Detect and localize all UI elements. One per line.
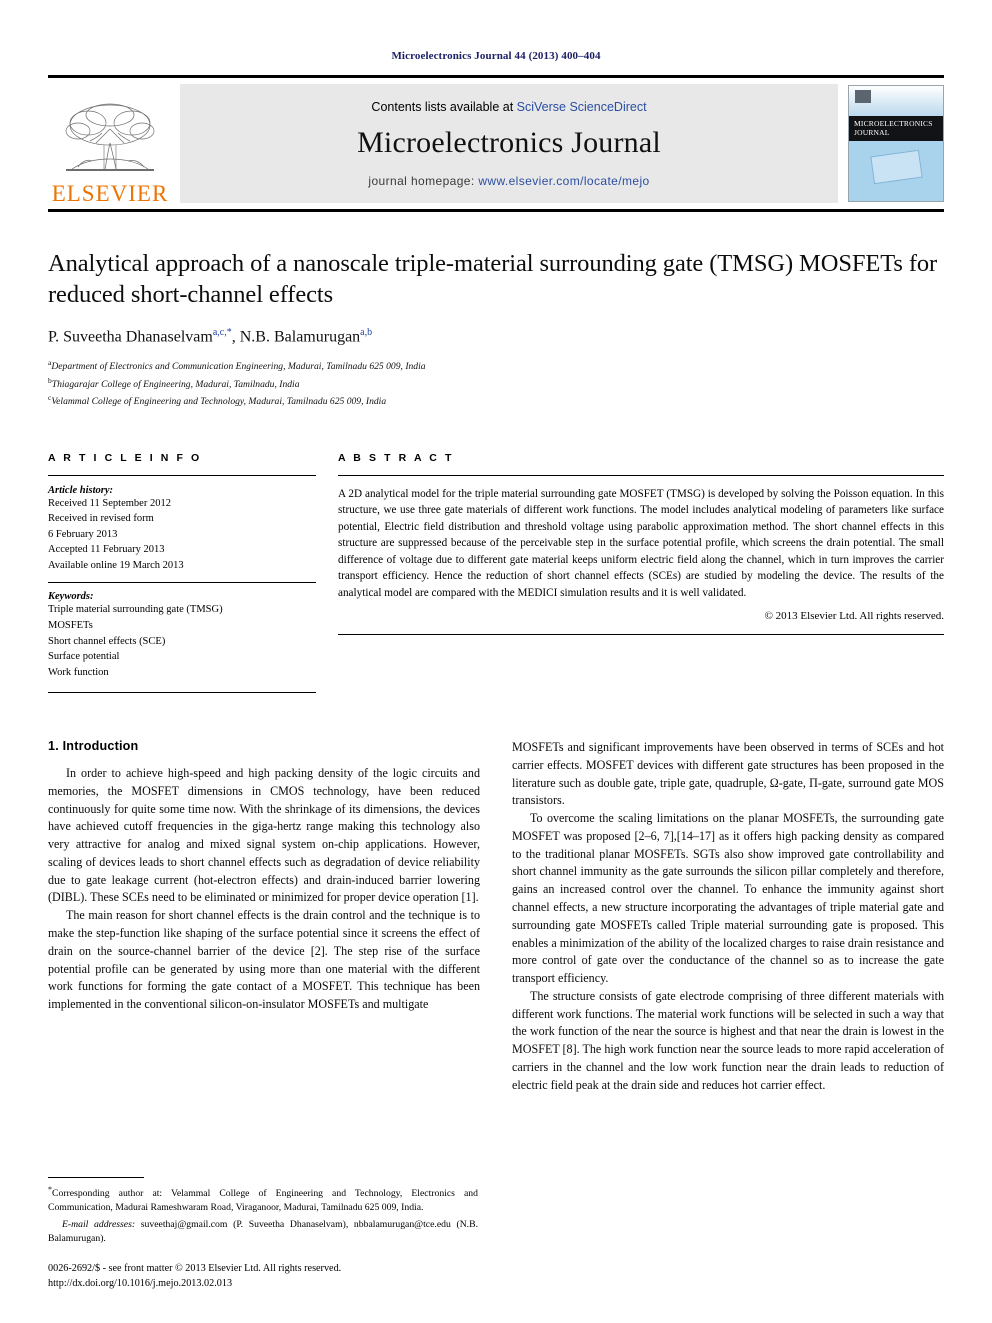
body-paragraph: To overcome the scaling limitations on t… [512, 811, 944, 986]
body-column-right: MOSFETs and significant improvements hav… [512, 739, 944, 1094]
keywords-label: Keywords: [48, 591, 94, 603]
history-line: Received in revised form [48, 513, 154, 525]
affiliation-text: Velammal College of Engineering and Tech… [51, 396, 387, 408]
contents-available-line: Contents lists available at SciVerse Sci… [371, 100, 646, 114]
affiliation-item: aDepartment of Electronics and Communica… [48, 357, 944, 375]
abstract-copyright: © 2013 Elsevier Ltd. All rights reserved… [764, 609, 944, 622]
journal-masthead: ELSEVIER Contents lists available at Sci… [48, 75, 944, 212]
body-paragraph: In order to achieve high-speed and high … [48, 766, 480, 905]
issn-copyright-line: 0026-2692/$ - see front matter © 2013 El… [48, 1263, 342, 1275]
article-info-heading: A R T I C L E I N F O [48, 451, 202, 464]
history-line: Accepted 11 February 2013 [48, 544, 165, 556]
article-info-column: A R T I C L E I N F O Article history: R… [48, 451, 316, 694]
footnote-rule [48, 1176, 144, 1178]
keyword-item: MOSFETs [48, 619, 93, 631]
article-info-bottom-rule [48, 692, 316, 694]
doi-link[interactable]: http://dx.doi.org/10.1016/j.mejo.2013.02… [48, 1277, 478, 1291]
running-head: Microelectronics Journal 44 (2013) 400–4… [391, 50, 601, 62]
affiliation-list: aDepartment of Electronics and Communica… [48, 357, 944, 410]
keyword-item: Work function [48, 666, 109, 678]
contents-prefix-text: Contents lists available at [371, 99, 517, 114]
body-paragraph: The structure consists of gate electrode… [512, 988, 944, 1092]
journal-homepage-link[interactable]: www.elsevier.com/locate/mejo [478, 174, 649, 188]
cover-title-band: MICROELECTRONICS JOURNAL [849, 115, 943, 142]
article-page: Microelectronics Journal 44 (2013) 400–4… [0, 0, 992, 1323]
article-history-block: Article history: Received 11 September 2… [48, 476, 316, 574]
journal-title: Microelectronics Journal [357, 125, 661, 159]
keyword-item: Surface potential [48, 651, 120, 663]
info-abstract-row: A R T I C L E I N F O Article history: R… [48, 451, 944, 694]
journal-info-band: Contents lists available at SciVerse Sci… [180, 84, 838, 203]
title-block: Analytical approach of a nanoscale tripl… [48, 212, 944, 410]
footer-meta: 0026-2692/$ - see front matter © 2013 El… [48, 1262, 478, 1291]
cover-title-line-2: JOURNAL [854, 128, 890, 138]
body-paragraph: The main reason for short channel effect… [48, 908, 480, 1012]
cover-chip-graphic [869, 149, 923, 185]
affiliation-item: cVelammal College of Engineering and Tec… [48, 392, 944, 410]
article-title: Analytical approach of a nanoscale tripl… [48, 250, 938, 309]
body-paragraph: MOSFETs and significant improvements hav… [512, 740, 944, 808]
email-label: E-mail addresses: [62, 1218, 136, 1230]
elsevier-tree-icon [58, 99, 162, 181]
affiliation-text: Thiagarajar College of Engineering, Madu… [51, 378, 300, 390]
keyword-item: Short channel effects (SCE) [48, 635, 166, 647]
article-history-label: Article history: [48, 484, 114, 496]
abstract-column: A B S T R A C T A 2D analytical model fo… [338, 452, 944, 693]
section-heading-introduction: 1. Introduction [48, 739, 139, 754]
cover-artwork [849, 141, 943, 201]
abstract-body: A 2D analytical model for the triple mat… [338, 476, 944, 622]
author-name: N.B. Balamurugan [239, 328, 361, 346]
keywords-block: Keywords: Triple material surrounding ga… [48, 591, 316, 680]
keyword-item: Triple material surrounding gate (TMSG) [48, 604, 223, 616]
journal-homepage-line: journal homepage: www.elsevier.com/locat… [368, 174, 649, 188]
corresponding-author-note: *Corresponding author at: Velammal Colle… [48, 1184, 478, 1215]
cover-top-panel [849, 86, 943, 116]
cover-elsevier-mark-icon [855, 90, 871, 103]
author-affiliation-marks: a,c,* [212, 326, 232, 338]
body-column-left: 1. Introduction In order to achieve high… [48, 739, 480, 1094]
abstract-text: A 2D analytical model for the triple mat… [338, 487, 944, 599]
article-body: 1. Introduction In order to achieve high… [48, 739, 944, 1094]
sciencedirect-link[interactable]: SciVerse ScienceDirect [517, 100, 647, 114]
author-name: P. Suveetha Dhanaselvam [48, 328, 213, 346]
abstract-heading: A B S T R A C T [338, 451, 454, 464]
journal-cover-thumbnail: MICROELECTRONICS JOURNAL [848, 85, 944, 202]
article-info-middle-rule [48, 582, 316, 584]
history-line: Available online 19 March 2013 [48, 559, 184, 571]
author-list: P. Suveetha Dhanaselvama,c,*, N.B. Balam… [48, 327, 944, 346]
cover-title-line-1: MICROELECTRONICS [854, 118, 933, 128]
elsevier-logo: ELSEVIER [48, 78, 172, 209]
affiliation-text: Department of Electronics and Communicat… [51, 361, 426, 373]
corresponding-author-text: Corresponding author at: Velammal Colleg… [48, 1187, 478, 1213]
history-line: Received 11 September 2012 [48, 497, 171, 509]
footnote-area: *Corresponding author at: Velammal Colle… [48, 1176, 478, 1291]
email-note: E-mail addresses: suveethaj@gmail.com (P… [48, 1218, 478, 1246]
history-line: 6 February 2013 [48, 528, 118, 540]
abstract-bottom-rule [338, 633, 944, 635]
author-separator: , [231, 328, 240, 346]
author-affiliation-marks: a,b [360, 326, 373, 338]
affiliation-item: bThiagarajar College of Engineering, Mad… [48, 375, 944, 393]
homepage-prefix-text: journal homepage: [368, 173, 479, 188]
elsevier-wordmark: ELSEVIER [51, 181, 169, 206]
